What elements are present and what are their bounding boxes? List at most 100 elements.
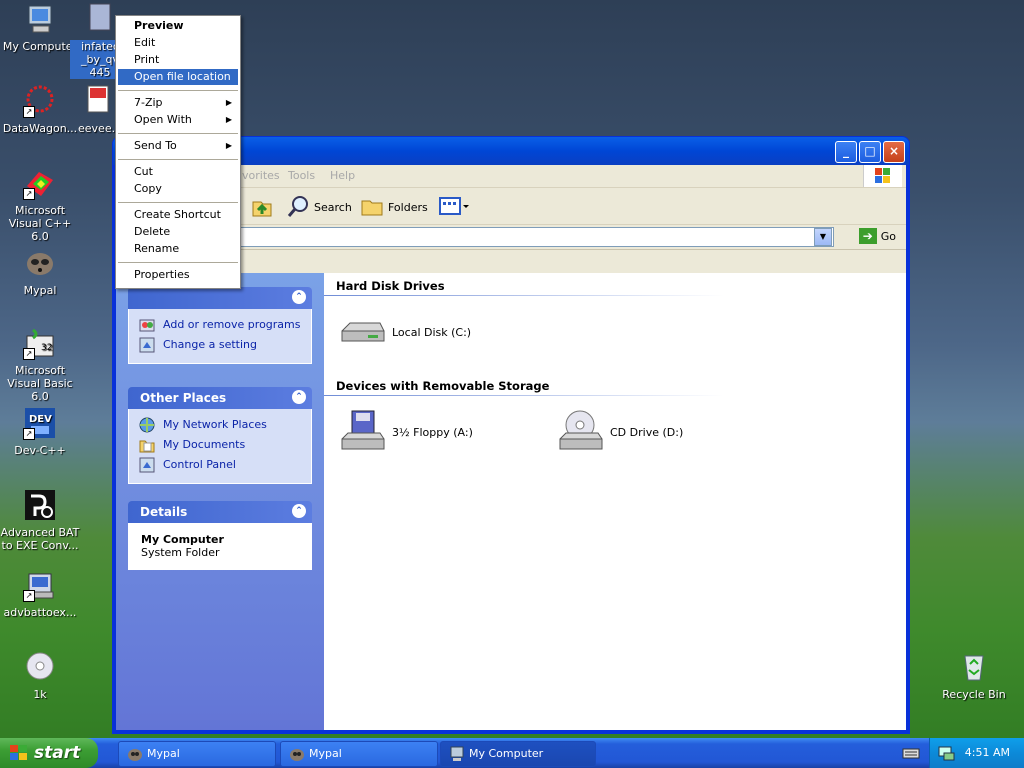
desktop-icon-datawagon[interactable]: ↗ DataWagon...	[0, 84, 80, 135]
search-icon	[286, 194, 310, 221]
desktop-icon-recycle-bin[interactable]: Recycle Bin	[934, 650, 1014, 701]
menu-item-copy[interactable]: Copy	[118, 181, 238, 197]
menu-item-create-shortcut[interactable]: Create Shortcut	[118, 207, 238, 223]
desktop-icon-label: eevee...	[78, 122, 123, 135]
system-tasks-panel: ⌃ Add or remove programs Change a settin…	[128, 287, 312, 364]
drive-cd-d[interactable]: CD Drive (D:)	[556, 409, 683, 455]
views-icon	[438, 194, 470, 221]
windows-logo-icon	[10, 745, 28, 761]
place-control-panel[interactable]: Control Panel	[129, 455, 311, 475]
menu-item-preview[interactable]: Preview	[118, 18, 238, 34]
close-button[interactable]: ×	[883, 141, 905, 163]
desktop-icon-dev-cpp[interactable]: DEV ↗ Dev-C++	[0, 406, 80, 457]
desktop-icon-eevee[interactable]: eevee...	[78, 84, 123, 135]
details-header[interactable]: Details ⌃	[128, 501, 312, 523]
desktop-icon-label: advbattoex...	[3, 606, 77, 619]
search-button[interactable]: Search	[286, 194, 352, 221]
start-button[interactable]: start	[0, 738, 98, 768]
menu-item-send-to[interactable]: Send To ▶	[118, 138, 238, 154]
other-places-panel: Other Places ⌃ My Network Places My Docu…	[128, 387, 312, 484]
desktop-icon-advanced-bat[interactable]: Advanced BAT to EXE Conv...	[0, 488, 80, 552]
collapse-chevron-icon[interactable]: ⌃	[292, 390, 306, 404]
go-arrow-icon: ➔	[858, 228, 877, 244]
collapse-chevron-icon[interactable]: ⌃	[292, 504, 306, 518]
menu-tools[interactable]: Tools	[288, 169, 315, 182]
group-divider	[324, 395, 724, 396]
folders-button[interactable]: Folders	[360, 194, 428, 221]
windows-logo-icon	[863, 165, 902, 187]
group-title-removable: Devices with Removable Storage	[336, 379, 550, 393]
context-menu: Preview Edit Print Open file location 7-…	[115, 15, 241, 289]
system-tasks-header[interactable]: ⌃	[128, 287, 312, 309]
computer-icon	[449, 746, 465, 762]
task-add-remove-programs[interactable]: Add or remove programs	[129, 315, 311, 335]
taskbar-button-mypal-2[interactable]: Mypal	[280, 741, 438, 767]
desktop-icon-mypal[interactable]: Mypal	[0, 246, 80, 297]
file-icon	[86, 84, 110, 118]
bat-to-exe-icon	[23, 488, 57, 522]
network-tray-icon[interactable]	[938, 745, 956, 764]
visual-basic-icon: 32 ↗	[23, 326, 57, 360]
group-title-hard-disks: Hard Disk Drives	[336, 279, 445, 293]
details-type: System Folder	[141, 546, 220, 559]
menu-help[interactable]: Help	[330, 169, 355, 182]
desktop-icon-visual-basic[interactable]: 32 ↗ Microsoft Visual Basic 6.0	[0, 326, 80, 403]
desktop-icon-label: Mypal	[23, 284, 57, 297]
taskbar-button-my-computer[interactable]: My Computer	[440, 741, 596, 767]
menu-item-open-with[interactable]: Open With ▶	[118, 112, 238, 128]
menu-item-edit[interactable]: Edit	[118, 35, 238, 51]
go-label: Go	[880, 229, 896, 243]
menu-item-rename[interactable]: Rename	[118, 241, 238, 257]
place-my-documents[interactable]: My Documents	[129, 435, 311, 455]
place-my-network-places[interactable]: My Network Places	[129, 415, 311, 435]
desktop-icon-label: DataWagon...	[2, 122, 78, 135]
views-button[interactable]	[438, 194, 470, 221]
collapse-chevron-icon[interactable]: ⌃	[292, 290, 306, 304]
computer-icon	[23, 2, 57, 36]
raccoon-icon	[289, 746, 305, 762]
desktop-icon-label: Microsoft Visual Basic 6.0	[7, 364, 73, 403]
clock[interactable]: 4:51 AM	[965, 746, 1010, 759]
other-places-header[interactable]: Other Places ⌃	[128, 387, 312, 409]
menu-item-properties[interactable]: Properties	[118, 267, 238, 283]
control-panel-icon	[139, 337, 155, 353]
menu-item-open-file-location[interactable]: Open file location	[118, 69, 238, 85]
shortcut-arrow-icon: ↗	[23, 106, 35, 118]
taskbar: start Mypal Mypal My Computer 4:51 AM	[0, 738, 1024, 768]
taskbar-button-mypal-1[interactable]: Mypal	[118, 741, 276, 767]
menu-item-delete[interactable]: Delete	[118, 224, 238, 240]
folders-icon	[360, 194, 384, 221]
submenu-arrow-icon: ▶	[225, 115, 232, 124]
menu-separator	[118, 159, 238, 160]
drive-floppy-a[interactable]: 3½ Floppy (A:)	[338, 409, 473, 455]
maximize-button[interactable]: □	[859, 141, 881, 163]
shortcut-arrow-icon: ↗	[23, 348, 35, 360]
search-label: Search	[314, 201, 352, 214]
menu-separator	[118, 262, 238, 263]
cd-icon	[23, 650, 57, 684]
up-folder-button[interactable]	[250, 194, 274, 221]
shortcut-arrow-icon: ↗	[23, 428, 35, 440]
menu-item-print[interactable]: Print	[118, 52, 238, 68]
address-dropdown-button[interactable]: ▼	[814, 228, 832, 246]
task-change-setting[interactable]: Change a setting	[129, 335, 311, 355]
minimize-button[interactable]: _	[835, 141, 857, 163]
desktop-icon-label: My Computer	[2, 40, 78, 53]
menu-item-cut[interactable]: Cut	[118, 164, 238, 180]
desktop-icon-1k[interactable]: 1k	[0, 650, 80, 701]
submenu-arrow-icon: ▶	[225, 98, 232, 107]
menu-separator	[118, 202, 238, 203]
menu-item-7zip[interactable]: 7-Zip ▶	[118, 95, 238, 111]
raccoon-icon	[23, 246, 57, 280]
drive-local-disk-c[interactable]: Local Disk (C:)	[338, 309, 471, 355]
menu-favorites[interactable]: vorites	[242, 169, 280, 182]
desktop-icon-advbattoex[interactable]: ↗ advbattoex...	[0, 568, 80, 619]
desktop-icon-my-computer[interactable]: My Computer	[0, 2, 80, 53]
desktop-icon-label: Advanced BAT to EXE Conv...	[0, 526, 80, 552]
drive-list-pane: Hard Disk Drives Local Disk (C:) Devices…	[324, 273, 906, 730]
folders-label: Folders	[388, 201, 428, 214]
desktop-icon-visual-cpp[interactable]: ↗ Microsoft Visual C++ 6.0	[0, 166, 80, 243]
keyboard-icon[interactable]	[902, 745, 920, 764]
go-button[interactable]: ➔ Go	[858, 228, 896, 244]
floppy-drive-icon	[338, 409, 386, 455]
